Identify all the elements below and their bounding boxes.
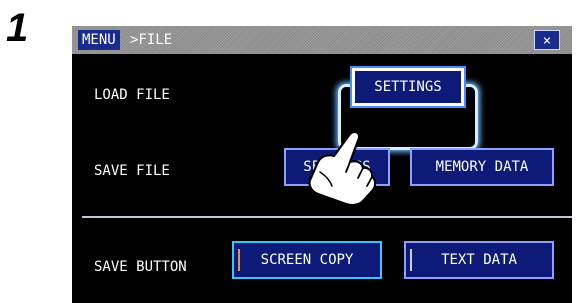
save-file-label: SAVE FILE xyxy=(94,163,170,179)
title-bar: MENU >FILE × xyxy=(72,26,572,54)
text-data-label: TEXT DATA xyxy=(441,252,517,268)
selection-marker xyxy=(410,249,412,271)
screen-copy-button[interactable]: SCREEN COPY xyxy=(232,241,382,279)
step-number: 1 xyxy=(6,6,29,50)
pointing-hand-icon xyxy=(308,130,376,206)
close-button[interactable]: × xyxy=(534,30,560,50)
save-memory-data-button[interactable]: MEMORY DATA xyxy=(410,148,554,186)
save-button-label: SAVE BUTTON xyxy=(94,259,187,275)
selection-marker xyxy=(238,249,240,271)
load-settings-button[interactable]: SETTINGS xyxy=(352,68,464,106)
menu-tag[interactable]: MENU xyxy=(78,30,120,50)
device-screen: MENU >FILE × LOAD FILE SETTINGS SAVE FIL… xyxy=(72,26,572,303)
divider xyxy=(82,216,572,218)
screen-copy-label: SCREEN COPY xyxy=(260,252,354,268)
close-icon: × xyxy=(542,33,552,49)
text-data-button[interactable]: TEXT DATA xyxy=(404,241,554,279)
load-file-label: LOAD FILE xyxy=(94,87,170,103)
breadcrumb: >FILE xyxy=(130,32,173,48)
